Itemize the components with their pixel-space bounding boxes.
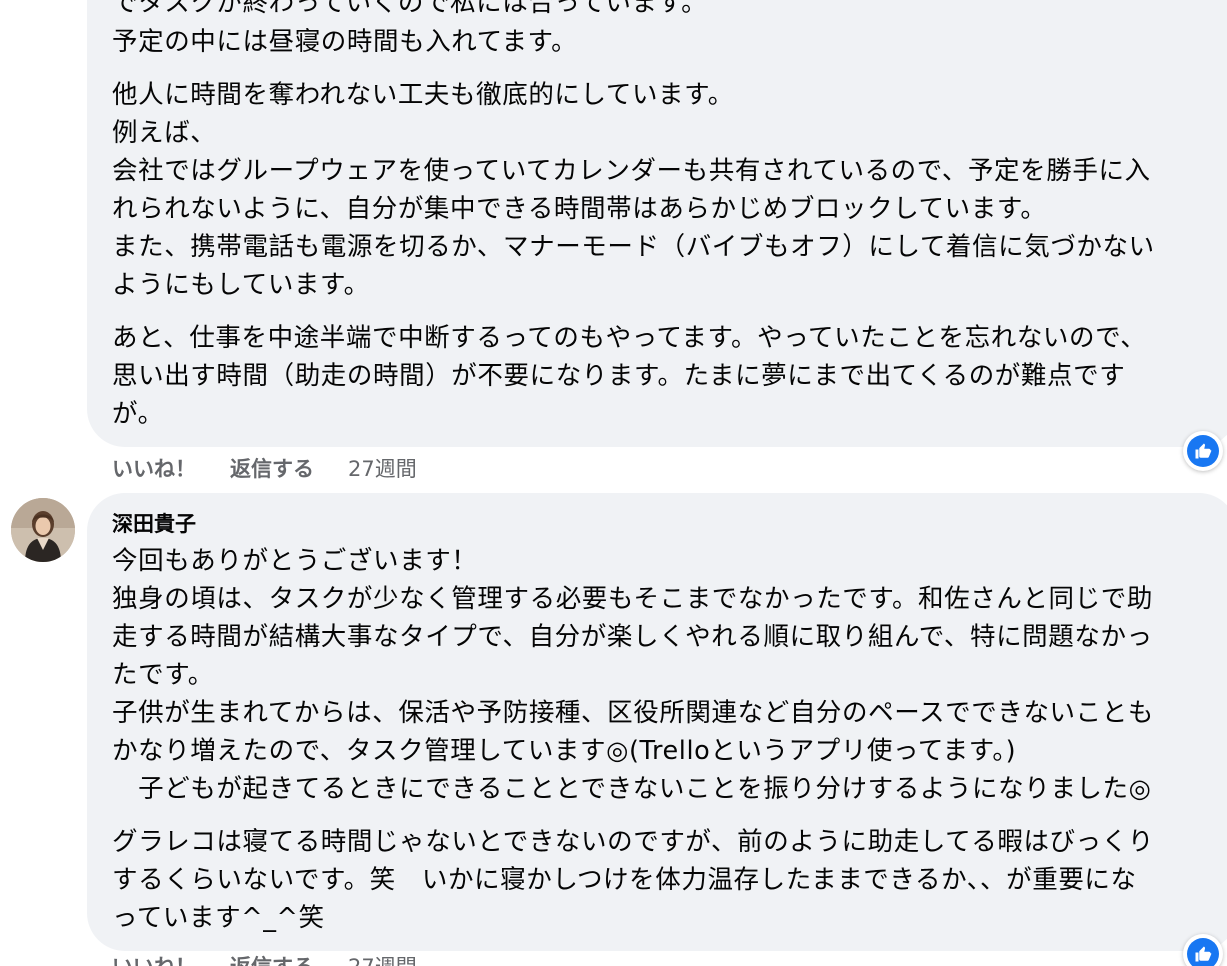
like-icon	[1187, 938, 1219, 966]
comment-text-line: たです。	[112, 660, 214, 690]
comment-timestamp[interactable]: 27週間	[348, 453, 417, 483]
comment-timestamp[interactable]: 27週間	[348, 951, 417, 966]
comment-text-line: かなり増えたので、タスク管理しています◎(Trelloというアプリ使ってます。)	[112, 736, 1017, 766]
comment-text-line: 子供が生まれてからは、保活や予防接種、区役所関連など自分のペースでできないことも	[112, 698, 1154, 728]
user-avatar[interactable]	[11, 498, 75, 562]
comment-text-line: でタスクが終わっていくので私には合っています。	[112, 0, 708, 18]
comment-text-line: あと、仕事を中途半端で中断するってのもやってます。やっていたことを忘れないので、	[112, 323, 1147, 353]
comment-text-line: 今回もありがとうございます！	[112, 546, 478, 576]
comment-text-line: ようにもしています。	[112, 270, 370, 300]
comment-text-line: 独身の頃は、タスクが少なく管理する必要もそこまでなかったです。和佐さんと同じで助	[112, 584, 1153, 614]
comment-text-line: 予定の中には昼寝の時間も入れてます。	[112, 27, 578, 57]
comment-text-line: 子どもが起きてるときにできることとできないことを振り分けするようになりました◎	[112, 774, 1152, 804]
comment-actions: いいね！ 返信する 27週間	[112, 452, 417, 484]
like-button[interactable]: いいね！	[112, 951, 196, 966]
comment-thread: でタスクが終わっていくので私には合っています。 予定の中には昼寝の時間も入れてま…	[0, 0, 1227, 966]
comment-text-line: するくらいないです。笑 いかに寝かしつけを体力温存したままできるか、、が重要にな	[112, 865, 1137, 895]
comment-author[interactable]: 深田貴子	[112, 509, 196, 539]
comment-actions: いいね！ 返信する 27週間	[112, 950, 417, 966]
reply-button[interactable]: 返信する	[230, 951, 314, 966]
comment-text-line: 会社ではグループウェアを使っていてカレンダーも共有されているので、予定を勝手に入	[112, 156, 1151, 186]
reaction-badge[interactable]	[1183, 934, 1223, 966]
comment-text-line: 走する時間が結構大事なタイプで、自分が楽しくやれる順に取り組んで、特に問題なかっ	[112, 622, 1153, 652]
comment-text-line: が。	[112, 399, 164, 429]
comment-text-line: 例えば、	[112, 118, 217, 148]
comment-text-line: また、携帯電話も電源を切るか、マナーモード（バイブもオフ）にして着信に気づかない	[112, 232, 1155, 262]
comment-text-line: 他人に時間を奪われない工夫も徹底的にしています。	[112, 80, 734, 110]
comment-text-line: っています^_^笑	[112, 903, 325, 933]
comment-text-line: グラレコは寝てる時間じゃないとできないのですが、前のように助走してる暇はびっくり	[112, 827, 1154, 857]
like-icon	[1187, 435, 1219, 467]
comment-text-line: れられないように、自分が集中できる時間帯はあらかじめブロックしています。	[112, 194, 1047, 224]
comment-text-line: 思い出す時間（助走の時間）が不要になります。たまに夢にまで出てくるのが難点です	[112, 361, 1126, 391]
reaction-badge[interactable]	[1183, 431, 1223, 471]
reply-button[interactable]: 返信する	[230, 453, 314, 483]
like-button[interactable]: いいね！	[112, 453, 196, 483]
